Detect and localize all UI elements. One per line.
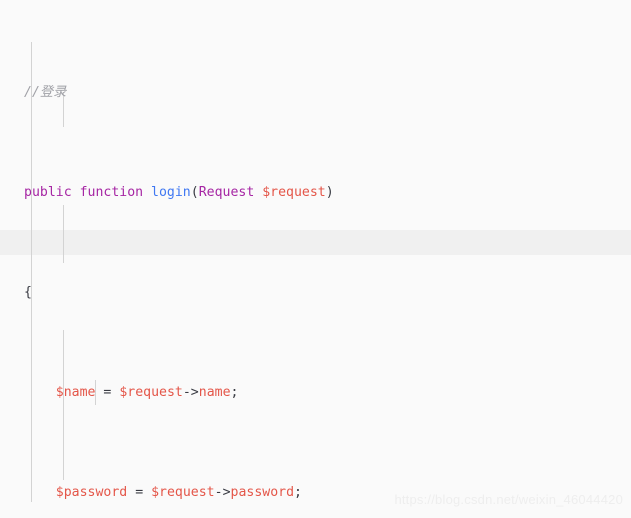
arrow-operator: -> [182,385,199,400]
code-line-1[interactable]: //登录 [0,80,631,105]
variable-token: $name [55,385,96,400]
property-token: password [230,485,295,500]
assign-operator: = [135,485,144,500]
variable-token: $request [151,485,215,500]
variable-token: $request [262,185,326,200]
brace-open: { [24,285,32,300]
assign-operator: = [103,385,112,400]
code-line-2[interactable]: public function login(Request $request) [0,180,631,205]
code-line-4[interactable]: $name = $request->name; [0,380,631,405]
comment-token: //登录 [24,85,67,100]
arrow-operator: -> [214,485,231,500]
semicolon: ; [230,385,239,400]
class-type-token: Request [198,185,255,200]
function-name-token: login [151,185,191,200]
variable-token: $request [119,385,183,400]
variable-token: $password [55,485,128,500]
keyword-token: public function [24,185,144,200]
semicolon: ; [294,485,302,500]
paren-open: ( [190,185,199,200]
code-editor[interactable]: //登录 public function login(Request $requ… [0,0,631,518]
property-token: name [198,385,231,400]
code-content[interactable]: //登录 public function login(Request $requ… [0,0,631,518]
paren-close: ) [325,185,334,200]
watermark-url: https://blog.csdn.net/weixin_46044420 [394,492,623,507]
code-line-3[interactable]: { [0,280,631,305]
